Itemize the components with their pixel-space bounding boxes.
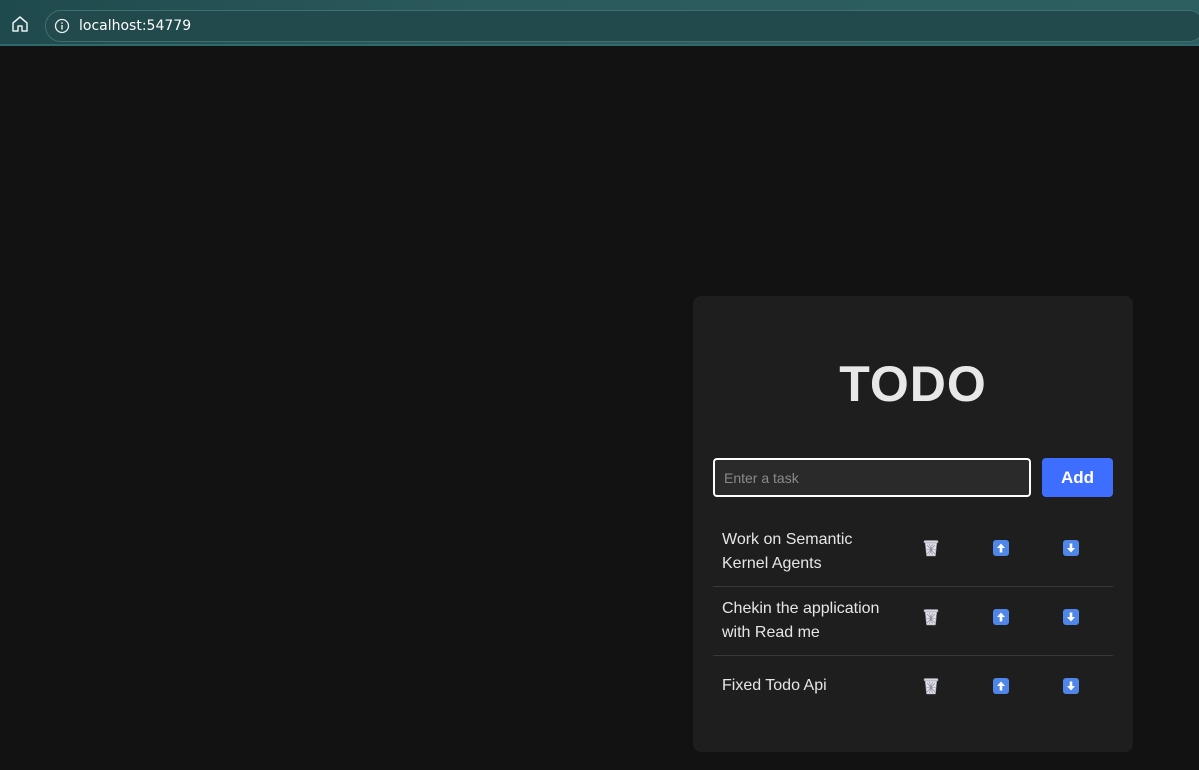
todo-card: TODO Add Work on Semantic Kernel Agents [693,296,1133,752]
task-item: Work on Semantic Kernel Agents [713,518,1113,587]
task-item: Fixed Todo Api [713,656,1113,716]
arrow-down-icon [1063,540,1079,556]
wastebasket-icon [923,678,939,695]
url-text: localhost:54779 [79,18,192,34]
browser-toolbar: localhost:54779 [0,0,1199,46]
wastebasket-icon [923,609,939,626]
move-up-button[interactable] [992,608,1010,626]
move-down-button[interactable] [1062,677,1080,695]
task-text: Work on Semantic Kernel Agents [722,531,853,572]
delete-task-button[interactable] [922,608,940,626]
delete-task-button[interactable] [922,539,940,557]
task-input[interactable] [713,458,1031,497]
arrow-down-icon [1063,678,1079,694]
add-task-button[interactable]: Add [1042,458,1113,497]
arrow-up-icon [993,609,1009,625]
task-list: Work on Semantic Kernel Agents Chekin th… [713,518,1113,716]
site-info-icon[interactable] [54,18,70,34]
move-down-button[interactable] [1062,608,1080,626]
arrow-up-icon [993,540,1009,556]
task-text: Chekin the application with Read me [722,600,880,641]
delete-task-button[interactable] [922,677,940,695]
page-title: TODO [839,356,987,412]
task-text: Fixed Todo Api [722,677,827,694]
move-down-button[interactable] [1062,539,1080,557]
wastebasket-icon [923,540,939,557]
move-up-button[interactable] [992,677,1010,695]
move-up-button[interactable] [992,539,1010,557]
arrow-up-icon [993,678,1009,694]
home-button[interactable] [8,12,32,36]
task-item: Chekin the application with Read me [713,587,1113,656]
arrow-down-icon [1063,609,1079,625]
address-bar[interactable]: localhost:54779 [45,10,1199,42]
home-icon [12,16,28,32]
